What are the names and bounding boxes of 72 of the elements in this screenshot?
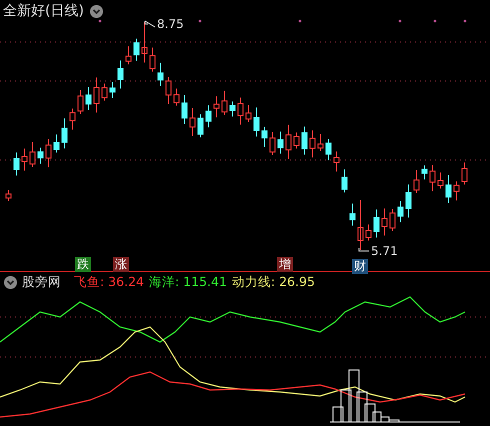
candlestick	[374, 209, 380, 238]
candlestick	[118, 60, 124, 89]
candlestick	[206, 104, 212, 128]
candlestick	[182, 94, 188, 124]
chevron-circle-icon[interactable]	[90, 4, 103, 18]
candlestick	[454, 180, 460, 201]
signal-marker: 跌	[75, 257, 91, 272]
candlestick	[302, 126, 308, 156]
candlestick	[174, 88, 180, 106]
chart-title: 全新好(日线)	[3, 2, 84, 20]
candlestick	[134, 38, 140, 62]
indicator-name: 股旁网	[22, 274, 61, 291]
candlestick	[126, 46, 132, 65]
indicator-value: 动力线: 26.95	[232, 274, 315, 291]
candlestick	[38, 147, 44, 164]
candlestick	[342, 168, 348, 193]
candlestick	[30, 142, 36, 168]
candlestick	[278, 131, 284, 154]
candlestick	[46, 138, 52, 168]
candlestick	[110, 82, 116, 98]
candlestick	[318, 134, 324, 152]
candlestick	[446, 174, 452, 204]
candlestick	[86, 86, 92, 110]
candlestick	[350, 203, 356, 226]
candlestick	[230, 101, 236, 117]
candlestick	[62, 118, 68, 149]
candlestick	[406, 184, 412, 218]
candlestick	[462, 162, 468, 185]
price-label: 8.75	[157, 17, 184, 31]
candlestick	[78, 90, 84, 114]
candlestick	[166, 76, 172, 104]
candlestick	[22, 148, 28, 172]
candlestick	[14, 152, 20, 176]
signal-marker: 增	[277, 257, 293, 272]
candlestick	[222, 90, 228, 116]
candlestick	[70, 108, 76, 130]
candlestick	[438, 172, 444, 189]
candlestick	[398, 200, 404, 223]
indicator-value: 飞鱼: 36.24	[74, 274, 144, 291]
candlestick	[158, 62, 164, 86]
candlestick	[414, 170, 420, 194]
candlestick	[286, 124, 292, 160]
candlestick	[358, 200, 364, 250]
candlestick	[270, 132, 276, 156]
candlestick	[54, 134, 60, 153]
candlestick	[94, 77, 100, 113]
candlestick	[390, 208, 396, 232]
candlestick	[142, 22, 148, 64]
candlestick	[262, 126, 268, 148]
arrow-icon	[144, 20, 156, 28]
candlestick	[102, 83, 108, 102]
chevron-circle-icon[interactable]	[4, 276, 17, 289]
candlestick	[190, 108, 196, 136]
candlestick	[214, 96, 220, 118]
candlestick	[422, 164, 428, 180]
candlestick	[254, 107, 260, 137]
candlestick	[382, 208, 388, 236]
candlestick	[198, 114, 204, 138]
signal-marker: 财	[352, 259, 368, 274]
price-label: 5.71	[371, 244, 398, 258]
candlestick	[310, 130, 316, 158]
candlestick	[150, 47, 156, 72]
candlestick	[6, 190, 12, 202]
candlestick	[334, 151, 340, 172]
candlestick	[430, 164, 436, 192]
candlestick	[246, 104, 252, 122]
indicator-value: 海洋: 115.41	[148, 274, 227, 291]
candlestick	[238, 97, 244, 126]
candlestick	[294, 132, 300, 149]
signal-marker: 涨	[113, 257, 129, 272]
candlestick	[326, 138, 332, 161]
candlestick	[366, 224, 372, 241]
